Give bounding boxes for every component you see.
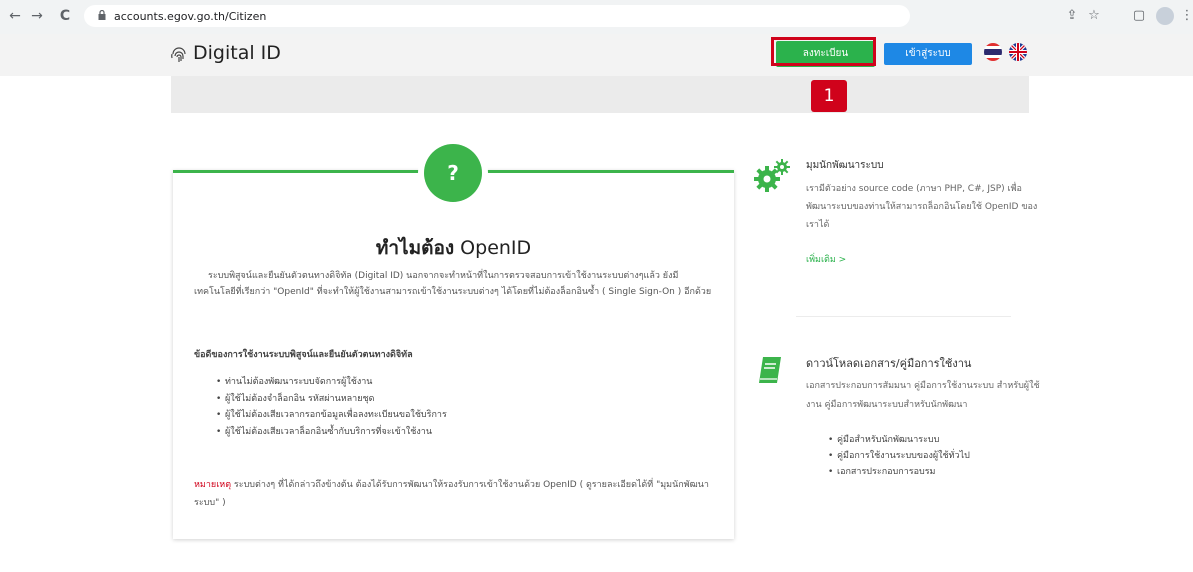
forward-icon[interactable]: →: [28, 7, 46, 25]
back-icon[interactable]: ←: [6, 7, 24, 25]
lock-icon: [98, 10, 106, 20]
downloads-list: คู่มือสำหรับนักพัฒนาระบบ คู่มือการใช้งาน…: [828, 432, 970, 480]
thai-flag-icon[interactable]: [984, 43, 1002, 61]
list-item: ผู้ใช้ไม่ต้องจำล็อกอิน รหัสผ่านหลายชุด: [216, 391, 716, 408]
downloads-description: เอกสารประกอบการสัมมนา คู่มือการใช้งานระบ…: [806, 381, 1040, 410]
list-item[interactable]: เอกสารประกอบการอบรม: [828, 464, 970, 480]
list-item: ผู้ใช้ไม่ต้องเสียเวลากรอกข้อมูลเพื่อลงทะ…: [216, 407, 716, 424]
developer-title: มุมนักพัฒนาระบบ: [806, 160, 884, 171]
list-item: ท่านไม่ต้องพัฒนาระบบจัดการผู้ใช้งาน: [216, 374, 716, 391]
site-logo[interactable]: Digital ID: [193, 42, 281, 64]
list-item: ผู้ใช้ไม่ต้องเสียเวลาล็อกอินซ้ำกับบริการ…: [216, 424, 716, 441]
browser-toolbar: ← → C accounts.egov.go.th/Citizen ⇪ ☆ ▢ …: [0, 0, 1193, 35]
note-text: ระบบต่างๆ ที่ได้กล่าวถึงข้างต้น ต้องได้ร…: [194, 480, 709, 508]
developer-description: เรามีตัวอย่าง source code (ภาษา PHP, C#,…: [806, 184, 1038, 230]
profile-avatar[interactable]: [1156, 7, 1174, 25]
list-item[interactable]: คู่มือการใช้งานระบบของผู้ใช้ทั่วไป: [828, 448, 970, 464]
developer-more-link[interactable]: เพิ่มเติม >: [806, 252, 846, 266]
step-number-badge: 1: [811, 80, 847, 112]
menu-icon[interactable]: ⋮: [1178, 7, 1193, 25]
login-button[interactable]: เข้าสู่ระบบ: [884, 43, 972, 65]
share-icon[interactable]: ⇪: [1063, 7, 1081, 25]
card-title-thai: ทำไมต้อง: [375, 237, 455, 259]
reload-icon[interactable]: C: [56, 7, 74, 25]
gears-icon: [754, 159, 790, 192]
uk-flag-icon[interactable]: [1009, 43, 1027, 61]
star-icon[interactable]: ☆: [1085, 7, 1103, 25]
card-title: ทำไมต้อง OpenID: [173, 233, 734, 263]
intro-paragraph: ระบบพิสูจน์และยืนยันตัวตนทางดิจิทัล (Dig…: [194, 271, 712, 297]
note-label: หมายเหตุ: [194, 480, 232, 490]
url-text: accounts.egov.go.th/Citizen: [114, 10, 267, 23]
card-title-openid: OpenID: [454, 237, 532, 259]
book-icon: [759, 357, 781, 383]
fingerprint-icon: [171, 47, 186, 62]
section-divider: [796, 316, 1011, 317]
question-icon: ?: [424, 144, 482, 202]
benefits-heading: ข้อดีของการใช้งานระบบพิสูจน์และยืนยันตัว…: [194, 350, 413, 360]
register-highlight-box: [771, 37, 876, 66]
note-paragraph: หมายเหตุ ระบบต่างๆ ที่ได้กล่าวถึงข้างต้น…: [194, 476, 714, 512]
list-item[interactable]: คู่มือสำหรับนักพัฒนาระบบ: [828, 432, 970, 448]
downloads-title: ดาวน์โหลดเอกสาร/คู่มือการใช้งาน: [806, 357, 972, 370]
page-banner: [171, 76, 1029, 113]
benefits-list: ท่านไม่ต้องพัฒนาระบบจัดการผู้ใช้งาน ผู้ใ…: [216, 374, 716, 440]
side-panel-icon[interactable]: ▢: [1130, 7, 1148, 25]
